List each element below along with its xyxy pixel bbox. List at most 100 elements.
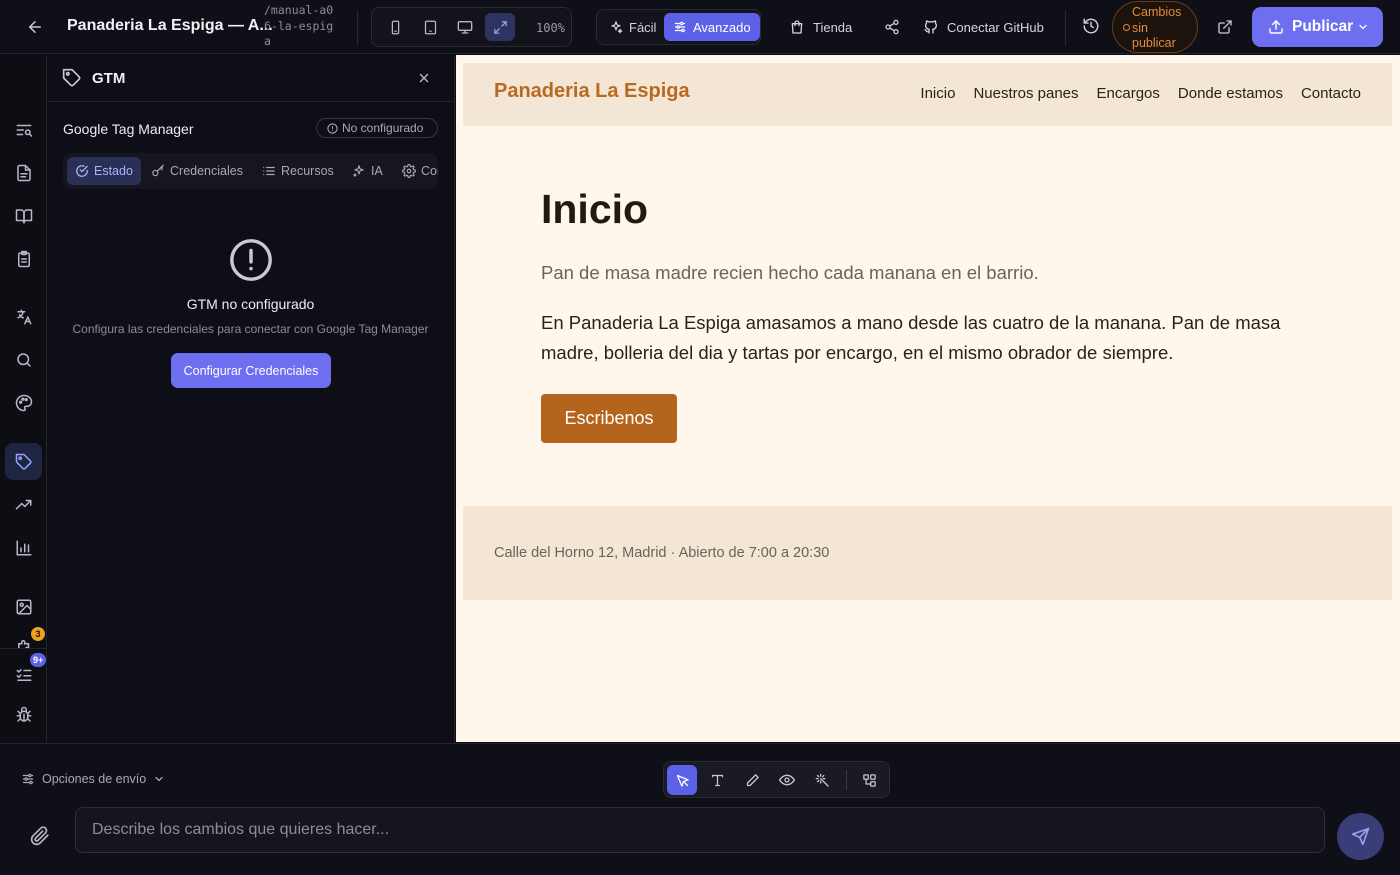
bug-icon[interactable] xyxy=(5,696,42,733)
publish-label: Publicar xyxy=(1292,18,1354,35)
store-label: Tienda xyxy=(813,19,853,35)
alert-circle-icon xyxy=(228,237,274,283)
project-title: Panaderia La Espiga — A... xyxy=(67,17,273,34)
mode-switcher: Fácil Avanzado xyxy=(596,9,761,45)
mode-advanced-button[interactable]: Avanzado xyxy=(664,13,760,41)
layers-tree-icon[interactable] xyxy=(854,765,884,795)
bar-chart-icon[interactable] xyxy=(5,529,42,566)
nav-link-donde-estamos[interactable]: Donde estamos xyxy=(1178,85,1283,102)
text-tool-icon[interactable] xyxy=(702,765,732,795)
image-icon[interactable] xyxy=(5,588,42,625)
pointer-tool-icon[interactable] xyxy=(667,765,697,795)
check-circle-icon xyxy=(75,164,89,178)
tab-estado[interactable]: Estado xyxy=(67,157,141,185)
paperclip-icon[interactable] xyxy=(27,823,53,849)
divider xyxy=(357,10,358,46)
empty-state-subtitle: Configura las credenciales para conectar… xyxy=(72,322,429,336)
mode-advanced-label: Avanzado xyxy=(693,19,751,35)
mode-easy-button[interactable]: Fácil xyxy=(600,13,665,41)
tasks-badge: 9+ xyxy=(30,653,47,667)
file-text-icon[interactable] xyxy=(5,154,42,191)
send-button[interactable] xyxy=(1337,813,1384,860)
search-pages-icon[interactable] xyxy=(5,111,42,148)
eye-tool-icon[interactable] xyxy=(772,765,802,795)
tab-label: Credenciales xyxy=(170,164,243,178)
hero-subtitle: Pan de masa madre recien hecho cada mana… xyxy=(541,262,1039,283)
chevron-down-icon[interactable] xyxy=(1357,21,1369,33)
site-footer: Calle del Horno 12, Madrid · Abierto de … xyxy=(463,506,1392,600)
divider xyxy=(846,770,847,790)
upload-icon xyxy=(1268,19,1284,35)
send-icon xyxy=(1351,827,1370,846)
close-icon[interactable] xyxy=(414,68,434,88)
back-arrow-icon[interactable] xyxy=(20,12,50,42)
tab-label: Estado xyxy=(94,164,133,178)
site-logo[interactable]: Panaderia La Espiga xyxy=(494,80,690,103)
site-preview: Panaderia La Espiga Inicio Nuestros pane… xyxy=(456,55,1400,742)
publish-button[interactable]: Publicar xyxy=(1252,7,1383,47)
chevron-down-icon xyxy=(153,773,165,785)
gtm-panel: GTM Google Tag Manager No configurado Es… xyxy=(48,55,455,742)
chat-input[interactable] xyxy=(75,807,1325,853)
tab-recursos[interactable]: Recursos xyxy=(254,157,342,185)
palette-icon[interactable] xyxy=(5,384,42,421)
magic-wand-icon[interactable] xyxy=(807,765,837,795)
nav-link-inicio[interactable]: Inicio xyxy=(920,85,955,102)
key-icon xyxy=(151,164,165,178)
cta-button[interactable]: Escribenos xyxy=(541,394,677,443)
nav-link-contacto[interactable]: Contacto xyxy=(1301,85,1361,102)
zoom-level[interactable]: 100% xyxy=(536,21,565,35)
clipboard-icon[interactable] xyxy=(5,240,42,277)
panel-header: GTM xyxy=(48,55,455,102)
tab-credenciales[interactable]: Credenciales xyxy=(143,157,251,185)
tag-icon xyxy=(62,68,82,88)
info-icon xyxy=(327,122,338,134)
connect-github-button[interactable]: Conectar GitHub xyxy=(923,15,1044,39)
footer-text: Calle del Horno 12, Madrid · Abierto de … xyxy=(494,545,830,561)
top-bar: Panaderia La Espiga — A... /manual-a06-l… xyxy=(0,0,1400,54)
tablet-icon[interactable] xyxy=(415,13,445,41)
nav-link-encargos[interactable]: Encargos xyxy=(1097,85,1160,102)
send-options-button[interactable]: Opciones de envío xyxy=(21,770,165,788)
status-dot-icon xyxy=(1123,24,1130,31)
panel-tabs: Estado Credenciales Recursos IA Configur… xyxy=(63,153,438,189)
history-icon[interactable] xyxy=(1079,14,1103,38)
store-button[interactable]: Tienda xyxy=(789,15,852,39)
tab-configuracion[interactable]: Configuración xyxy=(394,157,438,185)
status-badge: No configurado xyxy=(316,118,438,138)
fullscreen-icon[interactable] xyxy=(485,13,515,41)
project-slug: /manual-a06-la-espiga xyxy=(264,3,334,48)
divider xyxy=(1065,10,1066,46)
unpublished-label: Cambios sin publicar xyxy=(1132,5,1182,50)
external-link-icon[interactable] xyxy=(1213,15,1237,39)
translate-icon[interactable] xyxy=(5,298,42,335)
site-header: Panaderia La Espiga Inicio Nuestros pane… xyxy=(463,63,1392,126)
nav-link-nuestros-panes[interactable]: Nuestros panes xyxy=(973,85,1078,102)
tab-label: IA xyxy=(371,164,383,178)
shopping-bag-icon xyxy=(789,19,805,35)
book-open-icon[interactable] xyxy=(5,197,42,234)
hero-body: En Panaderia La Espiga amasamos a mano d… xyxy=(541,312,1281,363)
sparkles-icon xyxy=(609,20,623,34)
service-title: Google Tag Manager xyxy=(63,121,194,137)
trending-up-icon[interactable] xyxy=(5,486,42,523)
pencil-tool-icon[interactable] xyxy=(737,765,767,795)
mode-easy-label: Fácil xyxy=(629,19,657,35)
share-icon[interactable] xyxy=(880,15,904,39)
desktop-icon[interactable] xyxy=(450,13,480,41)
tag-icon[interactable] xyxy=(5,443,42,480)
search-icon[interactable] xyxy=(5,341,42,378)
sparkles-icon xyxy=(352,164,366,178)
list-icon xyxy=(262,164,276,178)
tab-ia[interactable]: IA xyxy=(344,157,391,185)
device-switcher: 100% xyxy=(371,7,572,47)
sidebar-rail: 3 9+ xyxy=(0,55,47,742)
mobile-icon[interactable] xyxy=(380,13,410,41)
hero-title: Inicio xyxy=(541,186,649,232)
extensions-badge: 3 xyxy=(31,627,45,641)
edit-tools xyxy=(663,761,890,798)
configure-credentials-button[interactable]: Configurar Credenciales xyxy=(171,353,331,388)
github-icon xyxy=(923,19,939,35)
site-nav: Inicio Nuestros panes Encargos Donde est… xyxy=(920,85,1361,102)
unpublished-changes-indicator[interactable]: Cambios sin publicar xyxy=(1112,1,1198,53)
